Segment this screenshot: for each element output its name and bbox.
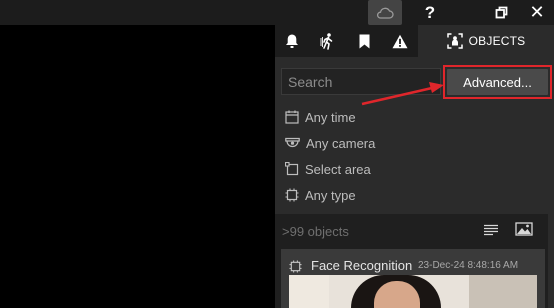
thumbnail-view-button[interactable] xyxy=(515,222,533,241)
tab-events[interactable] xyxy=(275,25,309,57)
restore-icon xyxy=(495,6,507,19)
camera-icon xyxy=(285,137,300,147)
filter-time[interactable]: Any time xyxy=(285,107,356,127)
select-area-icon xyxy=(285,162,299,176)
results-area: >99 objects Face Recognition 23-Dec-24 8… xyxy=(275,214,554,308)
face-thumbnail[interactable] xyxy=(289,275,537,308)
tab-bookmarks[interactable] xyxy=(347,25,381,57)
cloud-button[interactable] xyxy=(368,0,402,25)
filter-area-label: Select area xyxy=(305,161,371,177)
scrollbar[interactable] xyxy=(548,214,554,308)
close-button[interactable]: ✕ xyxy=(522,0,552,25)
warning-icon xyxy=(392,34,408,48)
list-item[interactable]: Face Recognition 23-Dec-24 8:48:16 AM xyxy=(281,249,545,308)
chip-icon xyxy=(285,188,299,202)
thumbnail-view-icon xyxy=(515,222,533,236)
bookmark-icon xyxy=(359,34,369,48)
list-view-icon xyxy=(484,224,498,236)
tab-motion[interactable] xyxy=(311,25,345,57)
bell-icon xyxy=(286,34,298,48)
results-count: >99 objects xyxy=(282,224,349,239)
title-bar: ? ✕ xyxy=(0,0,554,25)
cloud-icon xyxy=(377,7,394,19)
card-title: Face Recognition xyxy=(311,258,413,273)
calendar-icon xyxy=(285,110,299,124)
card-timestamp: 23-Dec-24 8:48:16 AM xyxy=(418,260,519,271)
filter-type-label: Any type xyxy=(305,187,356,203)
motion-person-icon xyxy=(320,33,333,50)
tab-alerts[interactable] xyxy=(383,25,417,57)
objects-panel: OBJECTS Advanced... Any time Any camera … xyxy=(275,25,554,308)
advanced-button[interactable]: Advanced... xyxy=(447,69,548,95)
filter-time-label: Any time xyxy=(305,109,356,125)
filter-type[interactable]: Any type xyxy=(285,185,356,205)
help-button[interactable]: ? xyxy=(416,0,444,25)
person-focus-icon xyxy=(446,33,463,49)
tab-objects[interactable]: OBJECTS xyxy=(418,25,554,57)
filter-area[interactable]: Select area xyxy=(285,159,371,179)
restore-button[interactable] xyxy=(486,0,516,25)
search-input[interactable] xyxy=(281,68,441,95)
filter-camera[interactable]: Any camera xyxy=(285,133,375,153)
list-view-button[interactable] xyxy=(483,223,499,241)
filter-camera-label: Any camera xyxy=(306,135,376,151)
tab-objects-label: OBJECTS xyxy=(468,34,526,48)
video-viewport[interactable] xyxy=(0,25,275,308)
tab-bar: OBJECTS xyxy=(275,25,554,57)
